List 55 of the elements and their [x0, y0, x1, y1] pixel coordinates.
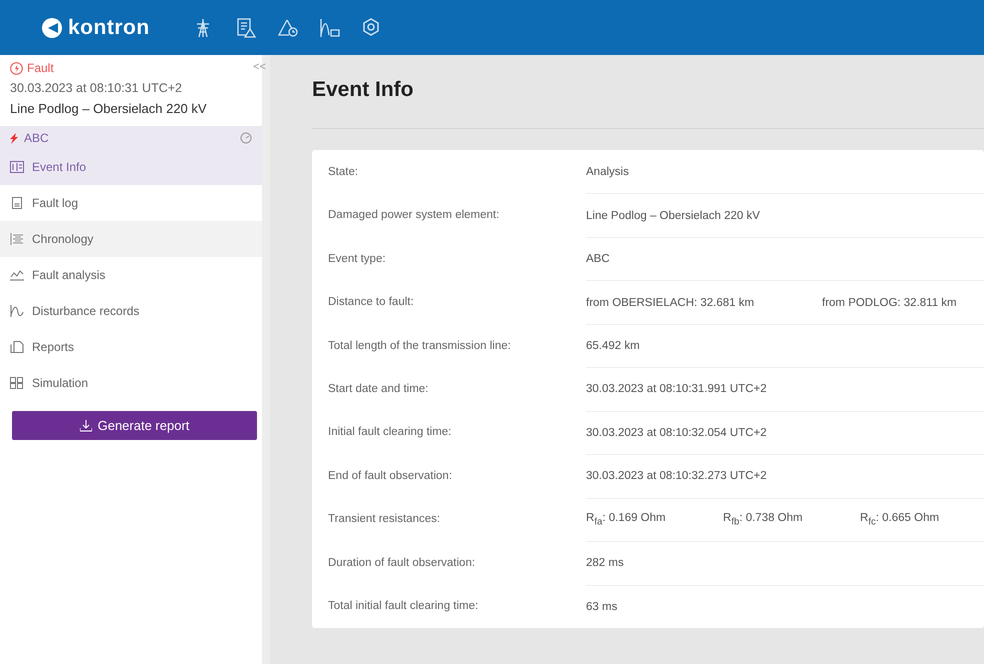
- timeline-icon: [10, 233, 24, 245]
- field-label: End of fault observation:: [328, 470, 454, 482]
- sidebar-item[interactable]: Event Info: [0, 149, 262, 185]
- field-value: from OBERSIELACH: 32.681 km: [586, 296, 756, 309]
- line-chart-icon: [10, 269, 24, 281]
- field-value: 30.03.2023 at 08:10:32.054 UTC+2: [586, 426, 767, 439]
- event-element: Line Podlog – Obersielach 220 kV: [10, 101, 208, 116]
- triangle-clock-icon[interactable]: [278, 18, 298, 38]
- sidebar-item[interactable]: Fault analysis: [0, 257, 262, 293]
- sidebar-item[interactable]: Disturbance records: [0, 293, 262, 329]
- field-value: Analysis: [586, 166, 629, 178]
- field-label: State:: [328, 166, 360, 178]
- info-panel-icon: [10, 161, 24, 173]
- lightning-circle-icon: [10, 62, 23, 74]
- field-value: R$_{fb}$: 0.738 Ohm: [723, 512, 804, 528]
- field-label: Total length of the transmission line:: [328, 340, 512, 352]
- field-value: 30.03.2023 at 08:10:32.273 UTC+2: [586, 470, 767, 482]
- field-value: 65.492 km: [586, 340, 640, 352]
- collapse-button[interactable]: <<: [253, 61, 266, 73]
- field-label: Duration of fault observation:: [328, 556, 476, 569]
- documents-icon: [10, 341, 24, 353]
- document-warning-icon[interactable]: [236, 18, 256, 38]
- sidebar-item[interactable]: Fault log: [0, 185, 262, 221]
- field-value: from PODLOG: 32.811 km: [822, 296, 958, 309]
- field-label: Transient resistances:: [328, 513, 442, 526]
- grid-icon: [10, 377, 24, 389]
- field-label: Distance to fault:: [328, 296, 415, 308]
- generate-report-button[interactable]: Generate report: [12, 411, 257, 440]
- page-title: Event Info: [312, 78, 415, 103]
- sidebar-item[interactable]: Reports: [0, 329, 262, 365]
- field-label: Damaged power system element:: [328, 209, 500, 222]
- event-type: ABC: [24, 131, 50, 145]
- field-value: R$_{fc}$: 0.665 Ohm: [860, 512, 940, 528]
- event-datetime: 30.03.2023 at 08:10:31 UTC+2: [10, 81, 184, 95]
- field-value: 63 ms: [586, 600, 618, 613]
- waveform-icon: [10, 305, 24, 317]
- status-text: Fault: [27, 61, 54, 75]
- logo-icon: [42, 18, 62, 38]
- field-value: ABC: [586, 253, 610, 266]
- logo-text: kontron: [68, 16, 150, 40]
- field-value: Line Podlog – Obersielach 220 kV: [586, 210, 760, 222]
- gauge-icon: [240, 132, 252, 144]
- field-label: Event type:: [328, 252, 387, 265]
- field-value: 30.03.2023 at 08:10:31.991 UTC+2: [586, 383, 767, 396]
- lightning-icon: [10, 132, 18, 144]
- sidebar-item[interactable]: Chronology: [0, 221, 262, 257]
- field-label: Start date and time:: [328, 382, 430, 395]
- field-label: Initial fault clearing time:: [328, 426, 452, 438]
- settings-icon[interactable]: [362, 18, 382, 38]
- document-icon: [10, 197, 24, 209]
- download-icon: [80, 420, 92, 432]
- field-value: R$_{fa}$: 0.169 Ohm: [586, 512, 667, 528]
- field-value: 282 ms: [586, 557, 624, 570]
- field-label: Total initial fault clearing time:: [328, 600, 480, 612]
- sidebar-item[interactable]: Simulation: [0, 365, 262, 401]
